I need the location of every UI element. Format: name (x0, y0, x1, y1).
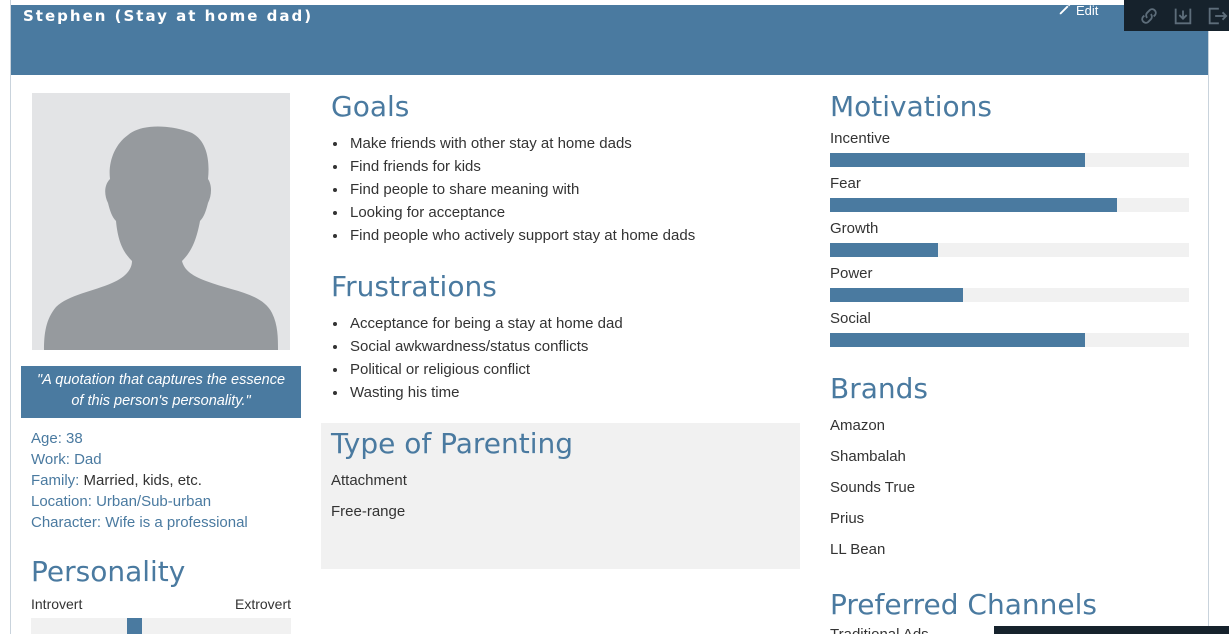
list-item: Political or religious conflict (348, 358, 623, 381)
fact-key: Location: (31, 493, 92, 510)
parenting-title: Type of Parenting (331, 427, 574, 460)
motivation-bar-fill (830, 243, 938, 257)
fact-key: Character: (31, 514, 102, 531)
brands-title: Brands (830, 372, 928, 405)
personality-slider[interactable] (31, 618, 291, 634)
introvert-label: Introvert (31, 596, 83, 612)
personality-slider-thumb[interactable] (127, 618, 142, 634)
list-item: Looking for acceptance (348, 201, 695, 224)
brand-item: Prius (830, 510, 865, 527)
edit-label: Edit (1076, 3, 1099, 18)
frustrations-list: Acceptance for being a stay at home dadS… (330, 312, 623, 404)
brand-item: LL Bean (830, 541, 886, 558)
fact-value: Urban/Sub-urban (96, 493, 212, 510)
motivation-bar-fill (830, 333, 1085, 347)
persona-name: Stephen (Stay at home dad) (23, 7, 314, 25)
pencil-icon (1058, 2, 1072, 19)
goals-list: Make friends with other stay at home dad… (330, 132, 695, 247)
list-item: Find people to share meaning with (348, 178, 695, 201)
fact-row: Family: Married, kids, etc. (31, 470, 248, 491)
bottom-toolbar-edge (994, 626, 1229, 634)
fact-row: Location: Urban/Sub-urban (31, 491, 248, 512)
motivations-title: Motivations (830, 90, 992, 123)
extrovert-label: Extrovert (234, 596, 291, 612)
fact-value: Married, kids, etc. (83, 472, 202, 489)
frustrations-title: Frustrations (331, 270, 497, 303)
motivation-bar[interactable] (830, 333, 1189, 347)
fact-row: Work: Dad (31, 449, 248, 470)
fact-key: Family: (31, 472, 80, 489)
brand-item: Shambalah (830, 448, 906, 465)
motivation-bar[interactable] (830, 198, 1189, 212)
link-icon[interactable] (1138, 5, 1160, 27)
fact-key: Work: (31, 451, 70, 468)
motivation-bar[interactable] (830, 288, 1189, 302)
parenting-item: Free-range (331, 503, 406, 520)
brand-item: Sounds True (830, 479, 916, 496)
edit-button[interactable]: Edit (1058, 2, 1098, 19)
list-item: Acceptance for being a stay at home dad (348, 312, 623, 335)
list-item: Make friends with other stay at home dad… (348, 132, 695, 155)
goals-title: Goals (331, 90, 410, 123)
fact-value: Wife is a professional (105, 514, 248, 531)
share-exit-icon[interactable] (1206, 5, 1228, 27)
motivation-label: Fear (830, 175, 861, 192)
motivation-bar-fill (830, 153, 1085, 167)
motivation-label: Growth (830, 220, 879, 237)
motivation-bar[interactable] (830, 243, 1189, 257)
fact-row: Age: 38 (31, 428, 248, 449)
persona-facts: Age: 38 Work: Dad Family: Married, kids, e… (31, 428, 248, 533)
motivation-bar-fill (830, 288, 963, 302)
motivation-bar-fill (830, 198, 1117, 212)
motivation-label: Incentive (830, 130, 891, 147)
motivation-bar[interactable] (830, 153, 1189, 167)
person-silhouette-icon (44, 126, 278, 350)
download-icon[interactable] (1172, 5, 1194, 27)
fact-row: Character: Wife is a professional (31, 512, 248, 533)
list-item: Find friends for kids (348, 155, 695, 178)
motivation-label: Power (830, 265, 873, 282)
motivation-label: Social (830, 310, 871, 327)
export-toolbar (1124, 0, 1229, 31)
channel-item: Traditional Ads (830, 626, 929, 634)
personality-scale-labels: Introvert Extrovert (31, 596, 291, 612)
list-item: Social awkwardness/status conflicts (348, 335, 623, 358)
parenting-item: Attachment (331, 472, 407, 489)
fact-key: Age: (31, 430, 62, 447)
list-item: Wasting his time (348, 381, 623, 404)
fact-value: 38 (66, 430, 83, 447)
list-item: Find people who actively support stay at… (348, 224, 695, 247)
persona-quote: "A quotation that captures the essence o… (21, 366, 301, 418)
persona-photo-placeholder[interactable] (32, 93, 290, 350)
personality-title: Personality (31, 555, 186, 588)
channels-title: Preferred Channels (830, 588, 1097, 621)
brand-item: Amazon (830, 417, 886, 434)
fact-value: Dad (74, 451, 102, 468)
